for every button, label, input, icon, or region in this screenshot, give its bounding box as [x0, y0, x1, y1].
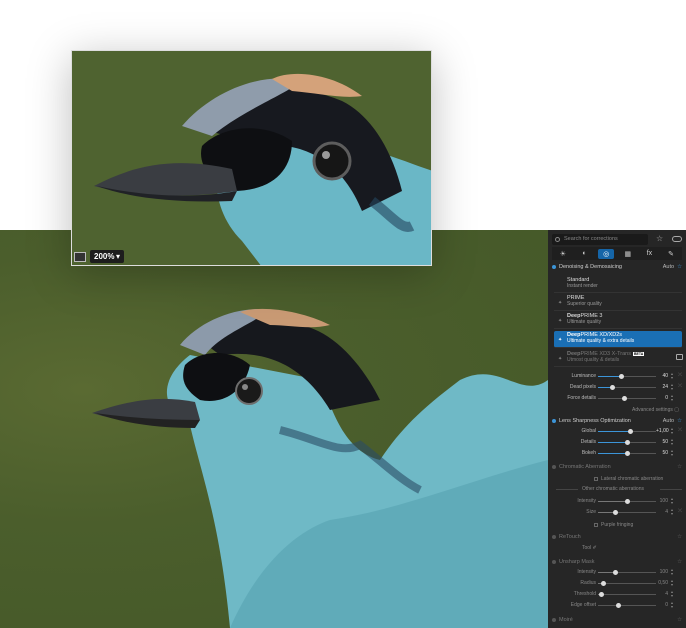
- other-aberrations-label: Other chromatic aberrations: [582, 486, 644, 492]
- dot-icon: ✦: [558, 337, 563, 343]
- slider-intensity[interactable]: Intensity 100 ▴ ▾: [552, 497, 684, 505]
- stepper-icon: ▴ ▾: [671, 600, 674, 609]
- stepper-icon: ▴ ▾: [671, 507, 674, 516]
- slider-bokeh[interactable]: Bokeh 50 ▴ ▾: [552, 449, 684, 457]
- denoise-header[interactable]: Denoising & Demosaicing Auto ☆: [552, 262, 682, 272]
- slider-details[interactable]: Details 50 ▴ ▾: [552, 438, 684, 446]
- zoom-select[interactable]: 200% ▾: [90, 250, 124, 263]
- star-icon[interactable]: ☆: [677, 264, 682, 270]
- favorites-star-icon[interactable]: ☆: [656, 234, 663, 243]
- option-deepprime-xd3[interactable]: ✦ DeepPRIME XD3 X-Trans BETA Utmost quali…: [554, 350, 683, 367]
- moire-header[interactable]: Moiré ☆: [552, 615, 682, 625]
- star-icon[interactable]: ☆: [677, 534, 682, 540]
- beta-badge: BETA: [632, 352, 645, 356]
- corrections-panel: Search for corrections ☆ ☀ ◐ ◎ ▦ fx ✎ De…: [548, 230, 686, 628]
- lateral-checkbox[interactable]: Lateral chromatic aberration: [594, 476, 663, 482]
- tab-detail[interactable]: ◎: [598, 248, 615, 259]
- denoise-enable-toggle[interactable]: [552, 265, 556, 269]
- slider-radius[interactable]: Radius 0,50 ▴ ▾: [552, 579, 684, 587]
- option-deepprime-3[interactable]: ✦ DeepPRIME 3 Ultimate quality: [554, 312, 682, 329]
- reset-icon: ⤫: [678, 383, 683, 389]
- chromatic-enable-toggle[interactable]: [552, 465, 556, 469]
- zoom-control: 200% ▾: [74, 250, 124, 263]
- slider-global[interactable]: Global +1,00 ▴ ▾ ⤫: [552, 427, 684, 435]
- star-icon[interactable]: ☆: [677, 617, 682, 623]
- stepper-icon: ▴ ▾: [671, 448, 674, 457]
- stepper-icon: ▴ ▾: [671, 426, 674, 435]
- auto-label[interactable]: Auto: [663, 418, 674, 424]
- chromatic-header[interactable]: Chromatic Aberration ☆: [552, 462, 682, 472]
- slider-unsharp-intensity[interactable]: Intensity 100 ▴ ▾: [552, 568, 684, 576]
- loupe-toggle-icon[interactable]: [74, 251, 86, 262]
- tab-color[interactable]: ◐: [576, 249, 592, 259]
- stepper-icon: ▴ ▾: [671, 578, 674, 587]
- star-icon[interactable]: ☆: [677, 418, 682, 424]
- reset-icon: ⤫: [678, 508, 683, 514]
- zoom-preview: 200% ▾: [71, 50, 432, 266]
- reset-icon: ⤫: [678, 427, 683, 433]
- stepper-icon: ▴ ▾: [671, 496, 674, 505]
- search-input[interactable]: Search for corrections: [552, 234, 648, 245]
- option-prime[interactable]: ✦ PRIME Superior quality: [554, 294, 682, 311]
- tab-local[interactable]: ✎: [663, 249, 679, 259]
- eraser-icon: ✐: [592, 545, 597, 551]
- moire-enable-toggle[interactable]: [552, 618, 556, 622]
- dot-icon: ✦: [558, 356, 563, 362]
- lens-enable-toggle[interactable]: [552, 419, 556, 423]
- slider-dead-pixels[interactable]: Dead pixels 24 ▴ ▾ ⤫: [552, 383, 684, 391]
- dot-icon: ✦: [558, 300, 563, 306]
- reset-icon: ⤫: [678, 372, 683, 378]
- main-photo: [0, 230, 548, 628]
- palette-tabs: ☀ ◐ ◎ ▦ fx ✎: [552, 247, 682, 260]
- dot-icon: ✦: [558, 318, 563, 324]
- tab-effects[interactable]: fx: [641, 249, 657, 259]
- option-deepprime-xd[interactable]: ✦ DeepPRIME XD/XD2s Ultimate quality & e…: [554, 331, 682, 348]
- toggle-icon[interactable]: [672, 236, 682, 242]
- unsharp-header[interactable]: Unsharp Mask ☆: [552, 557, 682, 567]
- slider-force-details[interactable]: Force details 0 ▴ ▾: [552, 394, 684, 402]
- auto-label[interactable]: Auto: [663, 264, 674, 270]
- comment-icon[interactable]: [676, 354, 683, 360]
- purple-fringing-checkbox[interactable]: Purple fringing: [594, 522, 633, 528]
- stepper-icon: ▴ ▾: [671, 589, 674, 598]
- star-icon[interactable]: ☆: [677, 464, 682, 470]
- option-standard[interactable]: Standard Instant render: [554, 276, 682, 293]
- retouch-tool[interactable]: Tool ✐: [582, 545, 597, 551]
- stepper-icon: ▴ ▾: [671, 371, 674, 380]
- slider-threshold[interactable]: Threshold 4 ▴ ▾: [552, 590, 684, 598]
- slider-size[interactable]: Size 4 ▴ ▾ ⤫: [552, 508, 684, 516]
- stepper-icon: ▴ ▾: [671, 382, 674, 391]
- advanced-settings-link[interactable]: Advanced settings ▢: [632, 407, 679, 413]
- retouch-enable-toggle[interactable]: [552, 535, 556, 539]
- tab-geometry[interactable]: ▦: [620, 249, 636, 259]
- search-icon: [555, 237, 560, 242]
- lens-header[interactable]: Lens Sharpness Optimization Auto ☆: [552, 416, 682, 426]
- star-icon[interactable]: ☆: [677, 559, 682, 565]
- stepper-icon: ▴ ▾: [671, 567, 674, 576]
- stepper-icon: ▴ ▾: [671, 437, 674, 446]
- slider-luminance[interactable]: Luminance 40 ▴ ▾ ⤫: [552, 372, 684, 380]
- tab-light[interactable]: ☀: [555, 249, 571, 259]
- unsharp-enable-toggle[interactable]: [552, 560, 556, 564]
- slider-edge-offset[interactable]: Edge offset 0 ▴ ▾: [552, 601, 684, 609]
- retouch-header[interactable]: ReTouch ☆: [552, 532, 682, 542]
- stepper-icon: ▴ ▾: [671, 393, 674, 402]
